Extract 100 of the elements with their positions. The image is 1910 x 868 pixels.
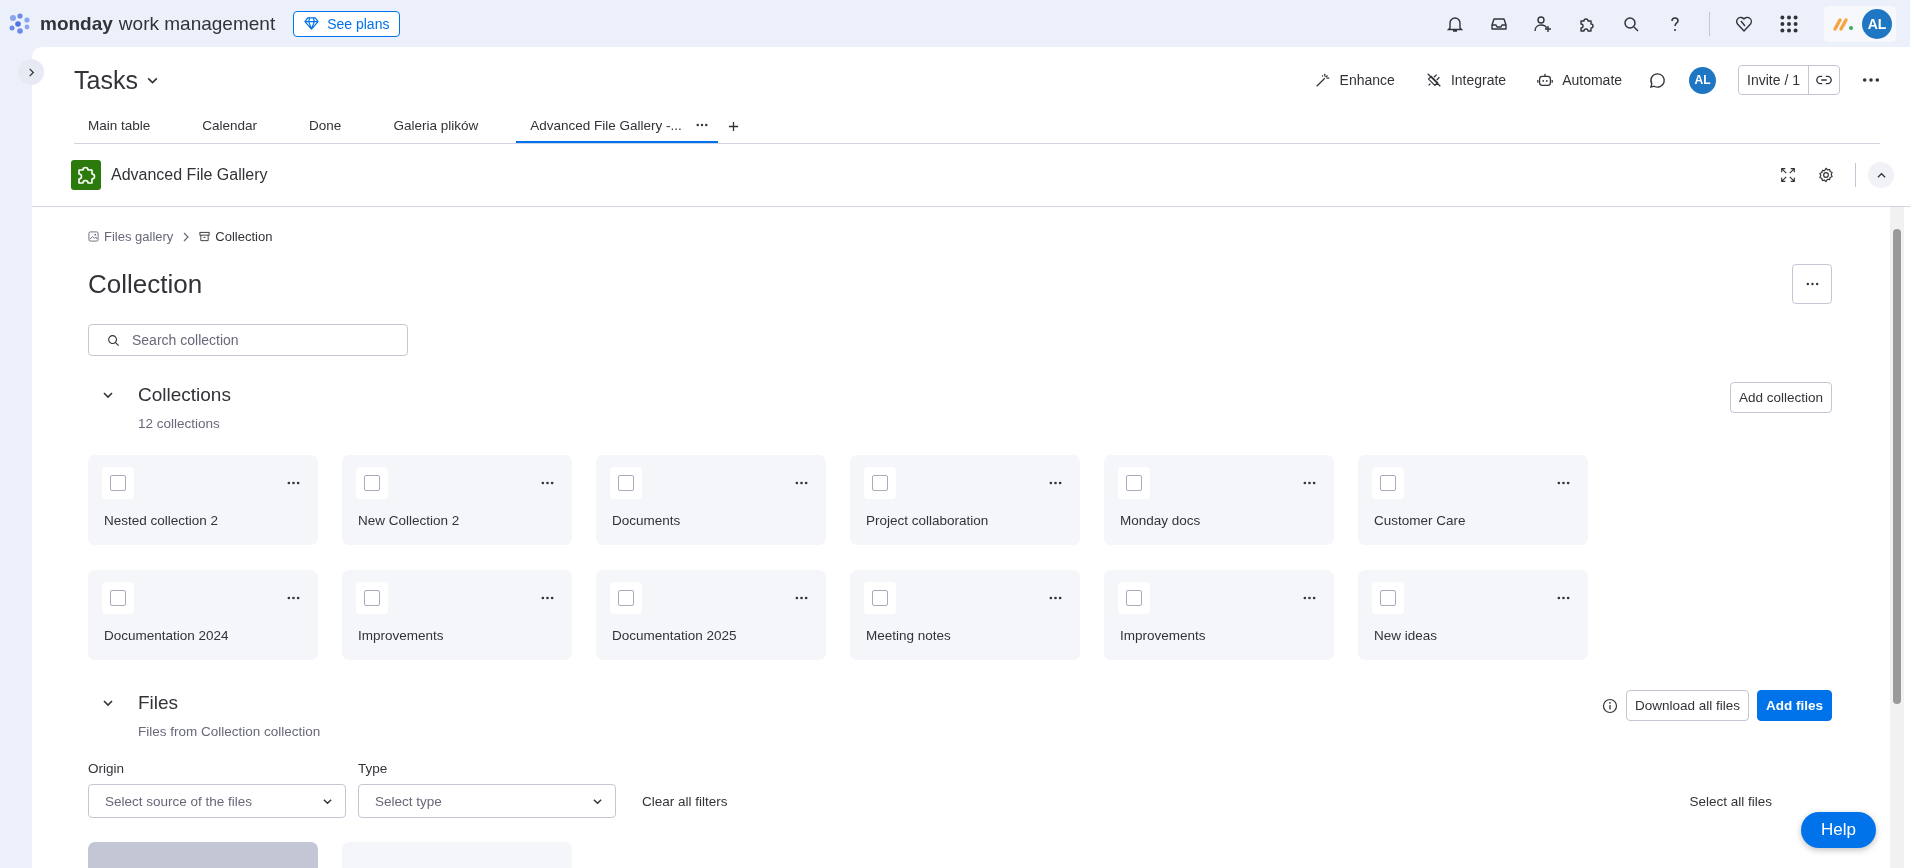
select-all-link[interactable]: Select all files xyxy=(1689,794,1772,818)
board-action-button[interactable]: Automate xyxy=(1532,71,1627,89)
more-icon[interactable] xyxy=(541,481,554,485)
checkbox[interactable] xyxy=(618,475,634,491)
more-icon[interactable] xyxy=(1862,77,1880,83)
more-icon[interactable] xyxy=(795,596,808,600)
collection-card[interactable]: New ideas xyxy=(1358,570,1588,660)
checkbox[interactable] xyxy=(618,590,634,606)
collection-name: Documentation 2025 xyxy=(612,628,738,643)
collection-card[interactable]: Project collaboration xyxy=(850,455,1080,545)
add-collection-button[interactable]: Add collection xyxy=(1729,382,1832,413)
filter-label: Type xyxy=(358,761,389,776)
more-icon[interactable] xyxy=(1557,596,1570,600)
collection-name: Project collaboration xyxy=(866,513,990,528)
chevron-icon[interactable] xyxy=(102,389,114,401)
info-icon[interactable] xyxy=(1601,697,1618,714)
checkbox[interactable] xyxy=(1126,475,1142,491)
view-tab[interactable]: Done xyxy=(295,109,356,143)
collection-card[interactable]: Documentation 2025 xyxy=(596,570,826,660)
archive-box-icon xyxy=(199,231,211,242)
collection-card[interactable]: Improvements xyxy=(1104,570,1334,660)
more-icon[interactable] xyxy=(287,596,300,600)
collection-name: Monday docs xyxy=(1120,513,1202,528)
checkbox[interactable] xyxy=(1126,590,1142,606)
apps-grid-icon[interactable] xyxy=(1778,12,1800,35)
more-icon[interactable] xyxy=(695,123,708,127)
brand-name: monday xyxy=(40,12,113,35)
checkbox[interactable] xyxy=(872,475,888,491)
select-dropdown[interactable]: Select source of the files xyxy=(88,784,346,818)
checkbox[interactable] xyxy=(872,590,888,606)
product-name: work management xyxy=(118,12,276,35)
section-title: Files xyxy=(138,692,179,714)
board-title[interactable]: Tasks xyxy=(74,65,138,95)
chevron-up-icon xyxy=(1876,170,1886,180)
logo-icon xyxy=(8,11,32,36)
checkbox[interactable] xyxy=(110,475,126,491)
select-dropdown[interactable]: Select type xyxy=(358,784,616,818)
view-tab[interactable]: Advanced File Gallery -... xyxy=(516,109,718,143)
fullscreen-icon[interactable] xyxy=(1779,166,1797,184)
add-files-button[interactable]: Add files xyxy=(1757,690,1832,721)
more-icon[interactable] xyxy=(1049,481,1062,485)
more-icon[interactable] xyxy=(1049,596,1062,600)
collection-card[interactable]: New Collection 2 xyxy=(342,455,572,545)
comment-icon[interactable] xyxy=(1648,70,1668,90)
user-avatar[interactable]: AL xyxy=(1689,66,1717,94)
scrollbar[interactable] xyxy=(1890,207,1904,868)
collection-name: Meeting notes xyxy=(866,628,952,643)
collection-card[interactable]: Improvements xyxy=(342,570,572,660)
checkbox[interactable] xyxy=(364,475,380,491)
filter-label: Origin xyxy=(88,761,125,776)
view-tab[interactable]: Main table xyxy=(74,109,165,143)
chevron-icon[interactable] xyxy=(102,697,114,709)
search-field[interactable]: Search collection xyxy=(88,324,408,356)
more-icon[interactable] xyxy=(1303,481,1316,485)
section-subtitle: Files from Collection collection xyxy=(137,724,321,739)
collection-name: New ideas xyxy=(1374,628,1439,643)
collection-card[interactable]: Nested collection 2 xyxy=(88,455,318,545)
view-tab[interactable]: Galeria plików xyxy=(379,109,493,143)
search-icon xyxy=(107,333,120,347)
settings-icon[interactable] xyxy=(1817,166,1835,184)
collection-name: New Collection 2 xyxy=(358,513,461,528)
more-icon[interactable] xyxy=(1557,481,1570,485)
collection-card[interactable]: Monday docs xyxy=(1104,455,1334,545)
app-title: Advanced File Gallery xyxy=(111,166,268,184)
view-tab[interactable]: Calendar xyxy=(188,109,272,143)
collection-card[interactable]: Documents xyxy=(596,455,826,545)
collection-card[interactable]: Customer Care xyxy=(1358,455,1588,545)
collection-name: Documentation 2024 xyxy=(104,628,230,643)
checkbox[interactable] xyxy=(1380,475,1396,491)
more-icon[interactable] xyxy=(1303,596,1316,600)
invite-person-icon[interactable] xyxy=(1533,13,1553,34)
checkbox[interactable] xyxy=(364,590,380,606)
collection-name: Documents xyxy=(612,513,682,528)
checkbox[interactable] xyxy=(110,590,126,606)
page-title: Collection xyxy=(88,268,203,300)
more-icon xyxy=(1805,282,1819,286)
board-action-button[interactable]: Integrate xyxy=(1420,71,1511,89)
breadcrumb-link[interactable]: Files gallery xyxy=(88,229,174,244)
see-plans-button[interactable]: See plans xyxy=(293,10,401,37)
help-button[interactable]: Help xyxy=(1801,812,1876,848)
collection-name: Improvements xyxy=(358,628,445,643)
add-view-icon[interactable] xyxy=(727,120,739,132)
board-action-button[interactable]: Enhance xyxy=(1309,71,1399,89)
more-icon[interactable] xyxy=(287,481,300,485)
diamond-icon xyxy=(304,16,320,31)
download-all-button[interactable]: Download all files xyxy=(1625,690,1749,721)
more-icon[interactable] xyxy=(541,596,554,600)
collection-card[interactable]: Documentation 2024 xyxy=(88,570,318,660)
robot-icon xyxy=(1536,71,1555,89)
collection-card[interactable]: Meeting notes xyxy=(850,570,1080,660)
user-avatar[interactable]: AL xyxy=(1862,8,1892,39)
more-icon[interactable] xyxy=(795,481,808,485)
checkbox[interactable] xyxy=(1380,590,1396,606)
puzzle-app-icon xyxy=(71,160,101,190)
section-title: Collections xyxy=(138,384,231,406)
collection-name: Improvements xyxy=(1120,628,1207,643)
clear-filters-link[interactable]: Clear all filters xyxy=(642,794,728,818)
collection-count: 12 collections xyxy=(137,416,221,431)
collection-name: Nested collection 2 xyxy=(104,513,220,528)
breadcrumb-link[interactable]: Collection xyxy=(199,229,273,244)
